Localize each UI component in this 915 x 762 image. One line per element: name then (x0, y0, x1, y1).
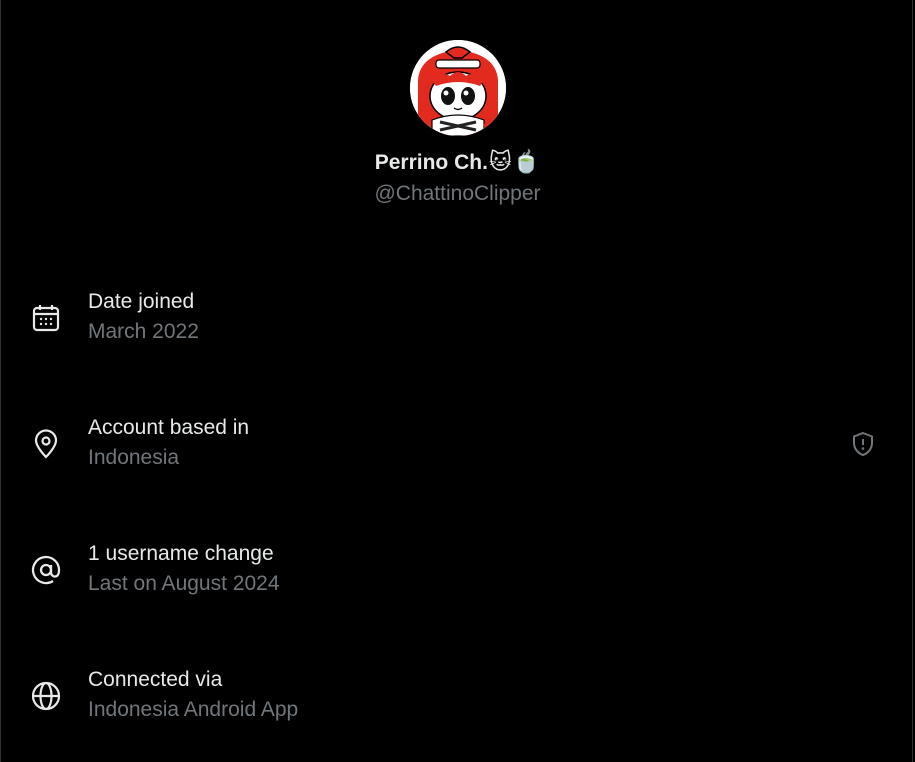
at-sign-icon (30, 554, 62, 586)
cat-emoji-icon: 🐱 (488, 150, 512, 175)
username-change-row: 1 username change Last on August 2024 (0, 542, 915, 612)
username-change-value: Last on August 2024 (88, 572, 280, 595)
date-joined-value: March 2022 (88, 320, 199, 343)
username-change-label: 1 username change (88, 542, 274, 565)
location-pin-icon (30, 428, 62, 460)
globe-icon (30, 680, 62, 712)
connected-via-value: Indonesia Android App (88, 698, 299, 721)
shield-alert-icon[interactable] (849, 430, 877, 458)
connected-via-row: Connected via Indonesia Android App (0, 668, 915, 738)
account-based-in-value: Indonesia (88, 446, 180, 469)
user-handle: @ChattinoClipper (374, 182, 541, 205)
account-based-in-label: Account based in (88, 416, 250, 439)
profile-header: Perrino Ch. 🐱 🍵 @ChattinoClipper (0, 40, 915, 206)
account-based-in-row: Account based in Indonesia (0, 416, 915, 486)
tea-emoji-icon: 🍵 (512, 150, 541, 175)
avatar[interactable] (409, 40, 506, 136)
date-joined-row: Date joined March 2022 (0, 290, 915, 360)
calendar-icon (30, 302, 62, 334)
connected-via-label: Connected via (88, 668, 223, 691)
date-joined-label: Date joined (88, 290, 195, 313)
display-name-text: Perrino Ch. (374, 151, 488, 174)
display-name: Perrino Ch. 🐱 🍵 (375, 150, 541, 176)
